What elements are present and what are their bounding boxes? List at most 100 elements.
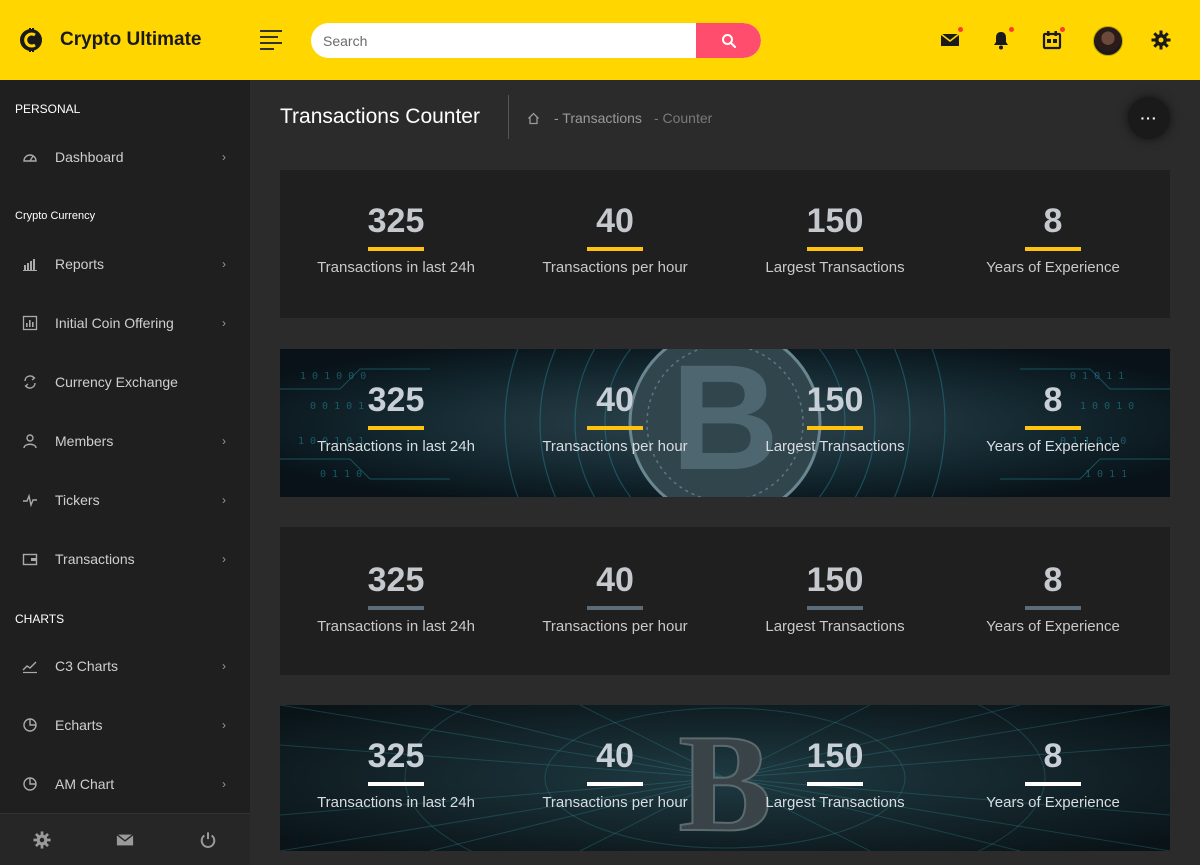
breadcrumb: - Transactions - Counter bbox=[527, 110, 712, 126]
calendar-icon bbox=[1042, 31, 1062, 50]
counter-stat: 8 Years of Experience bbox=[942, 737, 1164, 811]
counter-card-bitcoin-network: B 325 Transactions in last 24h 40 Transa… bbox=[280, 705, 1170, 851]
sidebar: PERSONAL Dashboard › Crypto Currency Rep… bbox=[0, 80, 250, 865]
counter-label: Years of Experience bbox=[986, 618, 1120, 635]
counter-value: 40 bbox=[596, 737, 634, 775]
gear-icon[interactable] bbox=[33, 831, 51, 849]
search-bar bbox=[311, 23, 761, 58]
counter-label: Largest Transactions bbox=[765, 438, 905, 455]
power-icon[interactable] bbox=[199, 831, 217, 849]
calendar-notification-dot bbox=[1060, 27, 1065, 32]
counter-card-dark-yellow: 325 Transactions in last 24h 40 Transact… bbox=[280, 170, 1170, 318]
pie-icon bbox=[23, 777, 37, 791]
logo[interactable]: Crypto Ultimate bbox=[0, 0, 250, 80]
mail-button[interactable] bbox=[938, 27, 963, 52]
pie-icon bbox=[23, 718, 37, 732]
counter-underline bbox=[807, 606, 863, 610]
calendar-button[interactable] bbox=[1040, 27, 1065, 52]
counter-underline bbox=[807, 782, 863, 786]
counter-value: 325 bbox=[367, 202, 425, 240]
sidebar-item-label: Tickers bbox=[55, 492, 100, 508]
counter-underline bbox=[807, 426, 863, 430]
sidebar-item-initial-coin-offering[interactable]: Initial Coin Offering › bbox=[0, 303, 250, 343]
chevron-right-icon: › bbox=[222, 316, 226, 330]
chevron-right-icon: › bbox=[222, 552, 226, 566]
counter-stat: 40 Transactions per hour bbox=[504, 737, 726, 811]
mail-icon[interactable] bbox=[116, 831, 134, 849]
counter-value: 150 bbox=[806, 202, 864, 240]
sidebar-item-members[interactable]: Members › bbox=[0, 421, 250, 461]
counter-value: 40 bbox=[596, 561, 634, 599]
sidebar-item-tickers[interactable]: Tickers › bbox=[0, 480, 250, 520]
user-icon bbox=[23, 434, 37, 449]
counter-label: Transactions in last 24h bbox=[317, 794, 475, 811]
title-divider bbox=[508, 95, 509, 139]
avatar[interactable] bbox=[1093, 26, 1123, 56]
counter-stat: 150 Largest Transactions bbox=[724, 381, 946, 455]
sidebar-item-label: Members bbox=[55, 433, 114, 449]
counter-stat: 8 Years of Experience bbox=[942, 561, 1164, 635]
sidebar-item-label: Transactions bbox=[55, 551, 135, 567]
counter-card-dark-slate: 325 Transactions in last 24h 40 Transact… bbox=[280, 527, 1170, 675]
notifications-button[interactable] bbox=[989, 27, 1014, 52]
sidebar-item-c3-charts[interactable]: C3 Charts › bbox=[0, 646, 250, 686]
sidebar-item-reports[interactable]: Reports › bbox=[0, 244, 250, 284]
search-input[interactable] bbox=[311, 23, 696, 58]
counter-stat: 150 Largest Transactions bbox=[724, 737, 946, 811]
sidebar-item-dashboard[interactable]: Dashboard › bbox=[0, 137, 250, 177]
sidebar-item-currency-exchange[interactable]: Currency Exchange bbox=[0, 362, 250, 402]
breadcrumb-transactions[interactable]: - Transactions bbox=[554, 110, 642, 126]
mail-notification-dot bbox=[958, 27, 963, 32]
counter-underline bbox=[587, 247, 643, 251]
sidebar-item-transactions[interactable]: Transactions › bbox=[0, 539, 250, 579]
counter-label: Largest Transactions bbox=[765, 259, 905, 276]
sidebar-item-label: Reports bbox=[55, 256, 105, 272]
more-options-button[interactable]: ··· bbox=[1128, 97, 1170, 139]
counter-value: 8 bbox=[1043, 737, 1063, 775]
counter-stat: 325 Transactions in last 24h bbox=[285, 202, 507, 276]
counter-value: 8 bbox=[1043, 381, 1063, 419]
svg-text:0 1 1 0: 0 1 1 0 bbox=[320, 469, 362, 480]
sidebar-footer bbox=[0, 813, 250, 865]
sidebar-item-label: Currency Exchange bbox=[55, 374, 178, 390]
settings-button[interactable] bbox=[1149, 28, 1173, 52]
counter-value: 325 bbox=[367, 561, 425, 599]
chevron-right-icon: › bbox=[222, 718, 226, 732]
app-name: Crypto Ultimate bbox=[60, 29, 202, 50]
counter-stat: 150 Largest Transactions bbox=[724, 561, 946, 635]
counter-value: 325 bbox=[367, 381, 425, 419]
counter-label: Largest Transactions bbox=[765, 618, 905, 635]
counter-label: Transactions per hour bbox=[542, 259, 688, 276]
counter-underline bbox=[1025, 247, 1081, 251]
speedometer-icon bbox=[23, 154, 37, 162]
sidebar-item-label: AM Chart bbox=[55, 776, 115, 792]
counter-underline bbox=[587, 606, 643, 610]
counter-underline bbox=[1025, 426, 1081, 430]
chevron-right-icon: › bbox=[222, 777, 226, 791]
chevron-right-icon: › bbox=[222, 493, 226, 507]
pulse-icon bbox=[23, 493, 37, 508]
chevron-right-icon: › bbox=[222, 150, 226, 164]
counter-value: 8 bbox=[1043, 561, 1063, 599]
sidebar-item-echarts[interactable]: Echarts › bbox=[0, 705, 250, 745]
counter-label: Transactions per hour bbox=[542, 794, 688, 811]
counter-underline bbox=[807, 247, 863, 251]
mail-icon bbox=[940, 33, 960, 46]
counter-underline bbox=[587, 426, 643, 430]
counter-stat: 8 Years of Experience bbox=[942, 202, 1164, 276]
sidebar-item-label: C3 Charts bbox=[55, 658, 119, 674]
counter-label: Largest Transactions bbox=[765, 794, 905, 811]
counter-value: 150 bbox=[806, 561, 864, 599]
page-title: Transactions Counter bbox=[280, 105, 480, 128]
sidebar-section-title: PERSONAL bbox=[15, 102, 81, 116]
counter-stat: 325 Transactions in last 24h bbox=[285, 561, 507, 635]
home-icon[interactable] bbox=[527, 112, 540, 125]
sidebar-item-am-chart[interactable]: AM Chart › bbox=[0, 764, 250, 804]
sidebar-item-label: Dashboard bbox=[55, 149, 124, 165]
search-icon bbox=[721, 33, 736, 48]
search-button[interactable] bbox=[696, 23, 761, 58]
counter-stat: 40 Transactions per hour bbox=[504, 561, 726, 635]
menu-toggle-icon[interactable] bbox=[260, 30, 282, 50]
counter-value: 150 bbox=[806, 381, 864, 419]
counter-stat: 8 Years of Experience bbox=[942, 381, 1164, 455]
